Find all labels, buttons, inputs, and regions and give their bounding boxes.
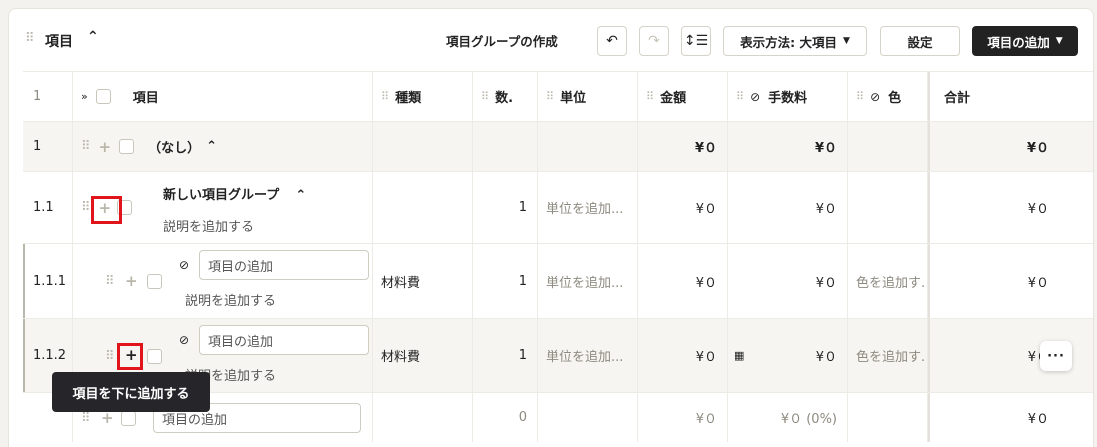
caret-down-icon: ▼ <box>1055 36 1063 46</box>
drag-handle-icon[interactable]: ⠿ <box>736 90 744 103</box>
drag-handle-icon[interactable]: ⠿ <box>105 274 114 289</box>
type-value[interactable]: 材料費 <box>381 272 420 291</box>
add-item-dropdown-button[interactable]: 項目の追加 ▼ <box>972 26 1078 56</box>
add-item-label: 項目の追加 <box>987 34 1050 50</box>
collapse-chevron-up-icon[interactable]: ⌃ <box>87 29 99 45</box>
item-name-input[interactable]: 項目の追加 <box>199 250 369 280</box>
undo-icon: ↶ <box>606 33 618 49</box>
sort-icon: ↕☰ <box>683 33 709 49</box>
amount-value: ¥０ <box>695 412 717 427</box>
drag-handle-icon[interactable]: ⠿ <box>546 90 554 103</box>
ellipsis-icon: ··· <box>1047 348 1065 364</box>
caret-down-icon: ▼ <box>842 36 850 46</box>
view-mode-label: 表示方法: 大項目 <box>740 34 837 50</box>
create-group-link[interactable]: 項目グループの作成 <box>446 31 558 50</box>
drag-handle-icon[interactable]: ⠿ <box>856 90 864 103</box>
qty-value[interactable]: 1 <box>519 200 527 215</box>
undo-button[interactable]: ↶ <box>597 26 627 56</box>
amount-value[interactable]: ¥０ <box>696 346 717 365</box>
drag-handle-icon[interactable]: ⠿ <box>105 349 114 364</box>
amount-value[interactable]: ¥０ <box>696 272 717 291</box>
col-type: 種類 <box>395 91 422 106</box>
redo-button[interactable]: ↷ <box>639 26 669 56</box>
redo-icon: ↷ <box>648 33 660 49</box>
highlight-box <box>91 196 122 224</box>
color-placeholder[interactable]: 色を追加す. <box>856 346 925 365</box>
chevron-up-icon[interactable]: ⌃ <box>206 139 217 154</box>
panel-title: 項目 <box>45 34 73 50</box>
unit-placeholder[interactable]: 単位を追加... <box>546 346 623 365</box>
plus-icon[interactable]: + <box>99 138 112 156</box>
col-item: 項目 <box>132 91 159 106</box>
table-header-row: 1 » 項目 ⠿ 種類 ⠿ 数. ⠿ 単位 ⠿ 金額 ⠿ ⊘ 手数料 ⠿ ⊘ 色 合計 <box>23 71 1093 121</box>
settings-button[interactable]: 設定 <box>880 26 960 56</box>
row-checkbox[interactable] <box>147 274 162 289</box>
col-color: 色 <box>888 91 902 106</box>
type-value[interactable]: 材料費 <box>381 346 420 365</box>
total-value: ¥０ <box>1027 412 1049 427</box>
amount-value: ¥０ <box>694 141 717 156</box>
total-value: ¥０ <box>1027 275 1049 291</box>
drag-handle-icon[interactable]: ⠿ <box>81 411 90 426</box>
drag-handle-icon[interactable]: ⠿ <box>81 200 90 215</box>
col-fee: 手数料 <box>768 91 808 106</box>
select-all-checkbox[interactable] <box>95 89 111 104</box>
row-index: 1.1.1 <box>33 273 67 289</box>
panel-header: ⠿ 項目 ⌃ 項目グループの作成 ↶ ↷ ↕☰ 表示方法: 大項目 ▼ 設定 項目… <box>9 9 1093 71</box>
group-title[interactable]: 新しい項目グループ <box>163 188 279 203</box>
add-below-tooltip: 項目を下に追加する <box>52 372 210 412</box>
highlight-box <box>117 343 143 370</box>
col-unit: 単位 <box>560 91 587 106</box>
drag-handle-icon[interactable]: ⠿ <box>646 90 654 103</box>
row-index: 1 <box>33 139 42 154</box>
group-label: （なし） <box>148 141 201 156</box>
expand-all-icon[interactable]: » <box>81 90 88 103</box>
fee-value: ¥０ <box>815 202 837 217</box>
hidden-eye-icon: ⊘ <box>750 89 761 104</box>
view-mode-dropdown[interactable]: 表示方法: 大項目 ▼ <box>723 26 867 56</box>
drag-handle-icon[interactable]: ⠿ <box>25 31 34 46</box>
color-placeholder[interactable]: 色を追加す. <box>856 272 925 291</box>
fee-value[interactable]: ¥０ <box>816 346 837 365</box>
unit-placeholder[interactable]: 単位を追加... <box>546 272 623 291</box>
table-row[interactable]: 1.1 ⠿ + 新しい項目グループ ⌃ 説明を追加する 1 単位を追加... ¥… <box>23 171 1093 243</box>
row-index: 1.1 <box>33 200 54 215</box>
table-row[interactable]: 1.1.1 ⠿ + ⊘ 項目の追加 説明を追加する 材料費 1 単位を追加...… <box>23 243 1093 319</box>
item-name-value: 項目の追加 <box>208 334 274 350</box>
row-index: 1.1.2 <box>33 348 67 363</box>
qty-value[interactable]: 1 <box>519 274 527 289</box>
description-placeholder[interactable]: 説明を追加する <box>185 290 276 309</box>
fee-value: ¥０ <box>814 141 837 156</box>
qty-value[interactable]: 1 <box>519 348 527 363</box>
col-total: 合計 <box>944 91 971 106</box>
total-value: ¥０ <box>1026 141 1049 156</box>
item-name-value: 項目の追加 <box>208 259 274 275</box>
plus-icon[interactable]: + <box>125 272 138 290</box>
unit-placeholder[interactable]: 単位を追加... <box>546 198 623 217</box>
table-row[interactable]: 1 ⠿ + （なし） ⌃ ¥０ ¥０ ¥０ <box>23 121 1093 171</box>
row-checkbox[interactable] <box>119 139 135 154</box>
calculator-icon[interactable]: ▦ <box>734 349 744 362</box>
col-index: 1 <box>33 89 42 104</box>
description-placeholder[interactable]: 説明を追加する <box>163 216 254 235</box>
total-value: ¥０ <box>1027 202 1049 217</box>
hidden-eye-icon[interactable]: ⊘ <box>179 258 189 272</box>
fee-value: ¥０ (0%) <box>780 412 837 427</box>
qty-value: 0 <box>518 410 527 425</box>
fee-value[interactable]: ¥０ <box>816 272 837 291</box>
more-actions-button[interactable]: ··· <box>1040 341 1072 371</box>
col-amount: 金額 <box>660 91 687 106</box>
sort-button[interactable]: ↕☰ <box>681 26 711 56</box>
hidden-eye-icon: ⊘ <box>870 89 881 104</box>
item-name-input[interactable]: 項目の追加 <box>199 325 369 355</box>
col-qty: 数. <box>495 91 514 106</box>
hidden-eye-icon[interactable]: ⊘ <box>179 333 189 347</box>
drag-handle-icon[interactable]: ⠿ <box>81 139 90 154</box>
amount-value: ¥０ <box>695 202 717 217</box>
drag-handle-icon[interactable]: ⠿ <box>481 90 489 103</box>
drag-handle-icon[interactable]: ⠿ <box>381 90 389 103</box>
chevron-up-icon[interactable]: ⌃ <box>295 188 306 203</box>
row-checkbox[interactable] <box>147 349 162 364</box>
row-checkbox[interactable] <box>121 411 136 426</box>
